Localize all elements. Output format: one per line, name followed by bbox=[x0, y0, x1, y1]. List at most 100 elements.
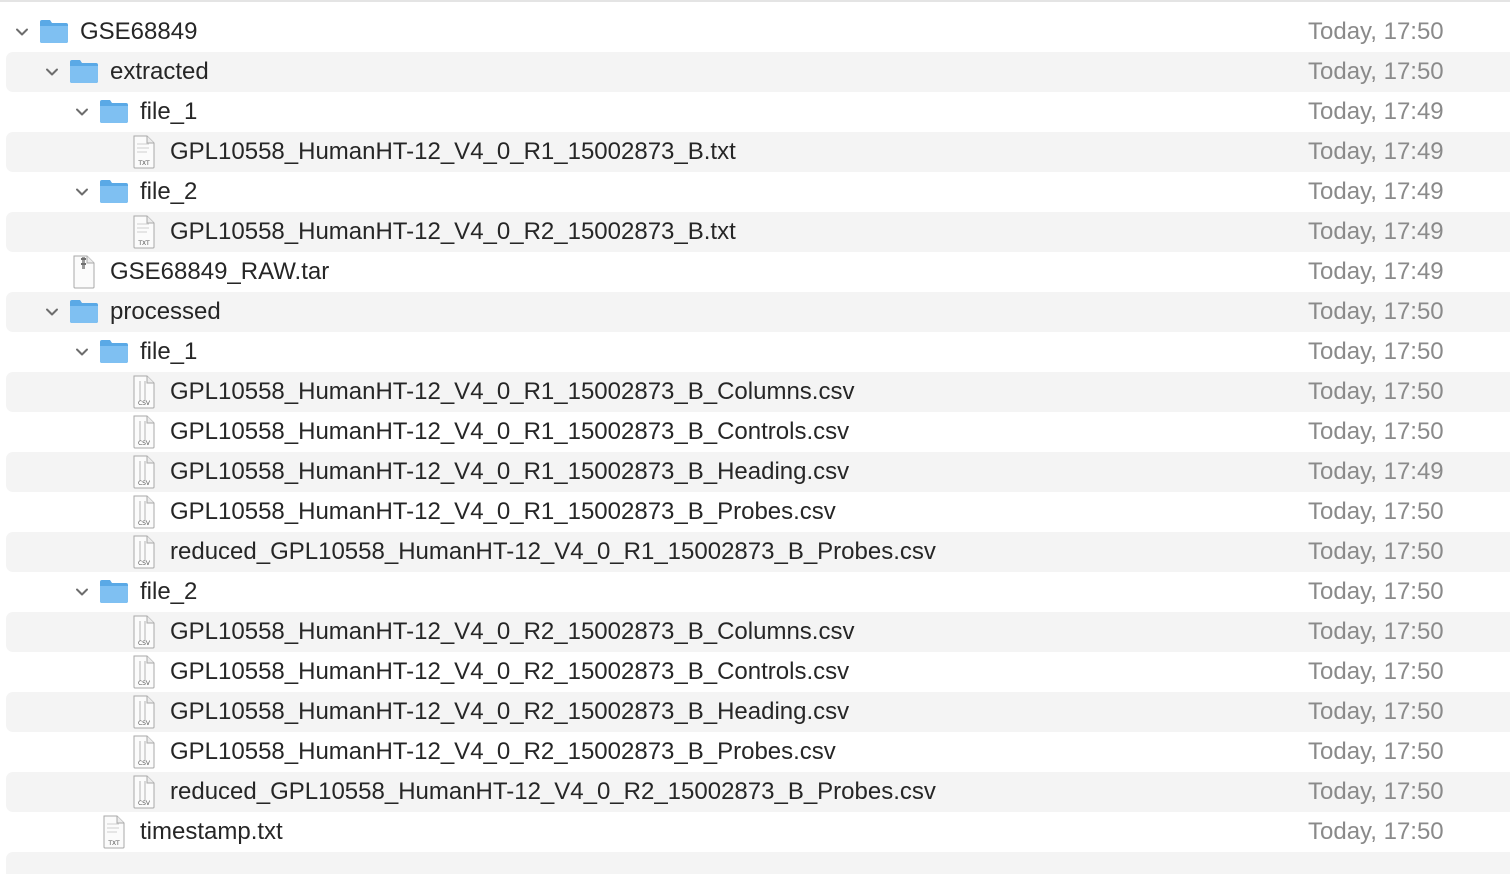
svg-text:CSV: CSV bbox=[138, 800, 151, 807]
file-name: GPL10558_HumanHT-12_V4_0_R2_15002873_B.t… bbox=[170, 218, 736, 245]
svg-text:CSV: CSV bbox=[138, 640, 151, 647]
file-name: file_2 bbox=[140, 578, 198, 605]
csv-file-icon: CSV bbox=[133, 735, 155, 769]
date-modified: Today, 17:50 bbox=[1308, 658, 1444, 685]
svg-text:CSV: CSV bbox=[138, 400, 151, 407]
svg-text:CSV: CSV bbox=[138, 720, 151, 727]
folder-icon bbox=[100, 180, 128, 203]
folder-icon bbox=[70, 300, 98, 323]
chevron-down-icon[interactable] bbox=[73, 183, 91, 201]
chevron-down-icon[interactable] bbox=[73, 343, 91, 361]
date-modified: Today, 17:50 bbox=[1308, 378, 1444, 405]
window-top-border bbox=[0, 0, 1510, 2]
file-name: GPL10558_HumanHT-12_V4_0_R2_15002873_B_C… bbox=[170, 618, 855, 645]
svg-text:CSV: CSV bbox=[138, 560, 151, 567]
svg-text:TXT: TXT bbox=[137, 160, 150, 167]
chevron-down-icon[interactable] bbox=[73, 103, 91, 121]
file-name: GPL10558_HumanHT-12_V4_0_R1_15002873_B_H… bbox=[170, 458, 850, 485]
empty-row bbox=[6, 852, 1510, 874]
file-name: GPL10558_HumanHT-12_V4_0_R1_15002873_B_C… bbox=[170, 378, 855, 405]
folder-row[interactable]: GSE68849 Today, 17:50 bbox=[6, 12, 1510, 52]
file-name: GSE68849_RAW.tar bbox=[110, 258, 330, 285]
folder-row[interactable]: file_2 Today, 17:49 bbox=[6, 172, 1510, 212]
svg-text:CSV: CSV bbox=[138, 760, 151, 767]
file-row[interactable]: CSV GPL10558_HumanHT-12_V4_0_R2_15002873_… bbox=[6, 692, 1510, 732]
folder-row[interactable]: processed Today, 17:50 bbox=[6, 292, 1510, 332]
file-name: GPL10558_HumanHT-12_V4_0_R2_15002873_B_C… bbox=[170, 658, 850, 685]
folder-row[interactable]: file_1 Today, 17:49 bbox=[6, 92, 1510, 132]
file-name: processed bbox=[110, 298, 221, 325]
csv-file-icon: CSV bbox=[133, 535, 155, 569]
date-modified: Today, 17:50 bbox=[1308, 298, 1444, 325]
date-modified: Today, 17:50 bbox=[1308, 58, 1444, 85]
folder-icon bbox=[100, 100, 128, 123]
svg-text:TXT: TXT bbox=[137, 240, 150, 247]
svg-text:CSV: CSV bbox=[138, 520, 151, 527]
svg-text:CSV: CSV bbox=[138, 480, 151, 487]
csv-file-icon: CSV bbox=[133, 615, 155, 649]
svg-text:TXT: TXT bbox=[107, 840, 120, 847]
date-modified: Today, 17:50 bbox=[1308, 418, 1444, 445]
file-row[interactable]: CSV GPL10558_HumanHT-12_V4_0_R2_15002873_… bbox=[6, 652, 1510, 692]
csv-file-icon: CSV bbox=[133, 775, 155, 809]
file-row[interactable]: CSV GPL10558_HumanHT-12_V4_0_R2_15002873_… bbox=[6, 732, 1510, 772]
chevron-down-icon[interactable] bbox=[13, 23, 31, 41]
folder-icon bbox=[40, 20, 68, 43]
file-name: GPL10558_HumanHT-12_V4_0_R1_15002873_B.t… bbox=[170, 138, 736, 165]
csv-file-icon: CSV bbox=[133, 415, 155, 449]
date-modified: Today, 17:50 bbox=[1308, 818, 1444, 845]
file-name: timestamp.txt bbox=[140, 818, 283, 845]
folder-row[interactable]: file_2 Today, 17:50 bbox=[6, 572, 1510, 612]
date-modified: Today, 17:49 bbox=[1308, 178, 1444, 205]
file-row[interactable]: CSV GPL10558_HumanHT-12_V4_0_R1_15002873_… bbox=[6, 412, 1510, 452]
file-name: file_1 bbox=[140, 98, 198, 125]
txt-file-icon: TXT bbox=[133, 215, 155, 249]
file-name: file_1 bbox=[140, 338, 198, 365]
file-name: GPL10558_HumanHT-12_V4_0_R1_15002873_B_P… bbox=[170, 498, 836, 525]
chevron-down-icon[interactable] bbox=[43, 303, 61, 321]
date-modified: Today, 17:49 bbox=[1308, 98, 1444, 125]
file-name: GPL10558_HumanHT-12_V4_0_R1_15002873_B_C… bbox=[170, 418, 850, 445]
txt-file-icon: TXT bbox=[133, 135, 155, 169]
date-modified: Today, 17:50 bbox=[1308, 698, 1444, 725]
svg-text:CSV: CSV bbox=[138, 680, 151, 687]
csv-file-icon: CSV bbox=[133, 655, 155, 689]
file-row[interactable]: CSV GPL10558_HumanHT-12_V4_0_R1_15002873_… bbox=[6, 372, 1510, 412]
file-name: GSE68849 bbox=[80, 18, 198, 45]
file-row[interactable]: GSE68849_RAW.tar Today, 17:49 bbox=[6, 252, 1510, 292]
file-name: extracted bbox=[110, 58, 209, 85]
date-modified: Today, 17:50 bbox=[1308, 338, 1444, 365]
date-modified: Today, 17:50 bbox=[1308, 578, 1444, 605]
csv-file-icon: CSV bbox=[133, 695, 155, 729]
folder-icon bbox=[70, 60, 98, 83]
txt-file-icon: TXT bbox=[103, 815, 125, 849]
file-name: reduced_GPL10558_HumanHT-12_V4_0_R2_1500… bbox=[170, 778, 936, 805]
folder-icon bbox=[100, 340, 128, 363]
folder-icon bbox=[100, 580, 128, 603]
date-modified: Today, 17:49 bbox=[1308, 218, 1444, 245]
date-modified: Today, 17:49 bbox=[1308, 458, 1444, 485]
file-row[interactable]: CSV reduced_GPL10558_HumanHT-12_V4_0_R1_1… bbox=[6, 532, 1510, 572]
csv-file-icon: CSV bbox=[133, 375, 155, 409]
date-modified: Today, 17:50 bbox=[1308, 618, 1444, 645]
file-row[interactable]: CSV reduced_GPL10558_HumanHT-12_V4_0_R2_1… bbox=[6, 772, 1510, 812]
file-name: GPL10558_HumanHT-12_V4_0_R2_15002873_B_H… bbox=[170, 698, 850, 725]
archive-file-icon bbox=[73, 255, 95, 289]
folder-row[interactable]: file_1 Today, 17:50 bbox=[6, 332, 1510, 372]
file-row[interactable]: TXT GPL10558_HumanHT-12_V4_0_R1_15002873_… bbox=[6, 132, 1510, 172]
chevron-down-icon[interactable] bbox=[43, 63, 61, 81]
file-row[interactable]: CSV GPL10558_HumanHT-12_V4_0_R1_15002873_… bbox=[6, 452, 1510, 492]
file-row[interactable]: CSV GPL10558_HumanHT-12_V4_0_R1_15002873_… bbox=[6, 492, 1510, 532]
file-row[interactable]: TXT GPL10558_HumanHT-12_V4_0_R2_15002873_… bbox=[6, 212, 1510, 252]
date-modified: Today, 17:50 bbox=[1308, 538, 1444, 565]
csv-file-icon: CSV bbox=[133, 455, 155, 489]
csv-file-icon: CSV bbox=[133, 495, 155, 529]
file-row[interactable]: CSV GPL10558_HumanHT-12_V4_0_R2_15002873_… bbox=[6, 612, 1510, 652]
file-row[interactable]: TXT timestamp.txt Today, 17:50 bbox=[6, 812, 1510, 852]
date-modified: Today, 17:50 bbox=[1308, 738, 1444, 765]
file-name: file_2 bbox=[140, 178, 198, 205]
folder-row[interactable]: extracted Today, 17:50 bbox=[6, 52, 1510, 92]
chevron-down-icon[interactable] bbox=[73, 583, 91, 601]
file-list: GSE68849 Today, 17:50 extracted Today, 17:5… bbox=[0, 12, 1510, 852]
date-modified: Today, 17:50 bbox=[1308, 498, 1444, 525]
